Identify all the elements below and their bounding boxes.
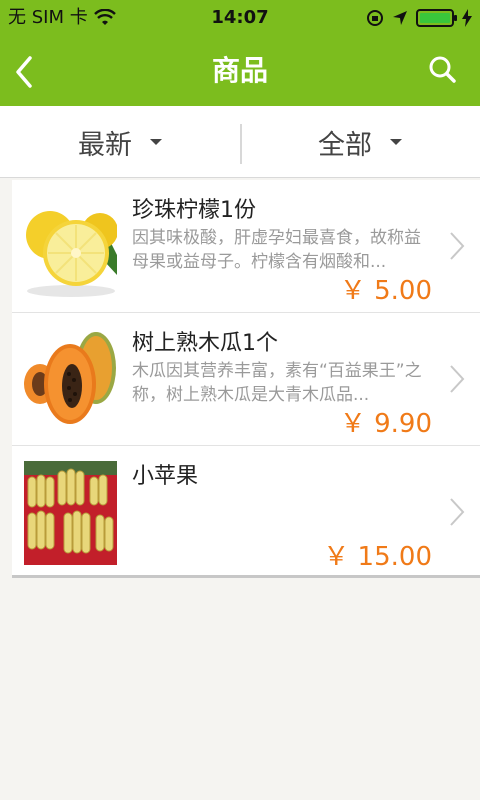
page-title: 商品	[211, 54, 268, 87]
sort-label: 最新	[78, 129, 132, 161]
product-description: 因其味极酸，肝虚孕妇最喜食，故称益母果或益母子。柠檬含有烟酸和...	[132, 228, 421, 272]
papaya-image	[24, 328, 117, 432]
search-button[interactable]	[410, 42, 466, 102]
chevron-right-icon	[450, 365, 465, 393]
battery-icon	[416, 9, 457, 27]
chevron-right-icon	[450, 498, 465, 526]
product-item-papaya[interactable]: 树上熟木瓜1个 木瓜因其营养丰富，素有“百益果王”之称，树上熟木瓜是大青木瓜品.…	[12, 313, 480, 446]
status-bar: 无 SIM 卡 14:07	[0, 0, 480, 36]
caret-down-icon	[150, 139, 162, 145]
product-title: 珍珠柠檬1份	[132, 198, 256, 223]
product-item-lemon[interactable]: 珍珠柠檬1份 因其味极酸，肝虚孕妇最喜食，故称益母果或益母子。柠檬含有烟酸和..…	[12, 180, 480, 313]
nav-bar: 商品	[0, 36, 480, 106]
product-item-apple[interactable]: 小苹果 ￥ 15.00	[12, 446, 480, 578]
banana-image	[24, 461, 117, 565]
caret-down-icon	[390, 139, 402, 145]
filter-bar: 最新 全部	[0, 106, 480, 178]
search-icon	[429, 56, 456, 83]
sort-dropdown[interactable]: 最新	[0, 106, 240, 178]
product-price: ￥ 9.90	[339, 409, 432, 439]
charging-icon	[462, 9, 472, 27]
chevron-right-icon	[450, 232, 465, 260]
category-label: 全部	[318, 129, 372, 161]
product-price: ￥ 15.00	[323, 542, 432, 572]
product-list: 珍珠柠檬1份 因其味极酸，肝虚孕妇最喜食，故称益母果或益母子。柠檬含有烟酸和..…	[12, 180, 480, 578]
product-title: 树上熟木瓜1个	[132, 331, 278, 356]
product-title: 小苹果	[132, 464, 199, 489]
lemon-image	[24, 195, 117, 299]
rotation-lock-icon	[367, 10, 383, 26]
product-price: ￥ 5.00	[339, 276, 432, 306]
product-description: 木瓜因其营养丰富，素有“百益果王”之称，树上熟木瓜是大青木瓜品...	[132, 361, 422, 405]
app-header: 无 SIM 卡 14:07 商品	[0, 0, 480, 106]
location-icon	[393, 11, 407, 25]
category-dropdown[interactable]: 全部	[240, 106, 480, 178]
